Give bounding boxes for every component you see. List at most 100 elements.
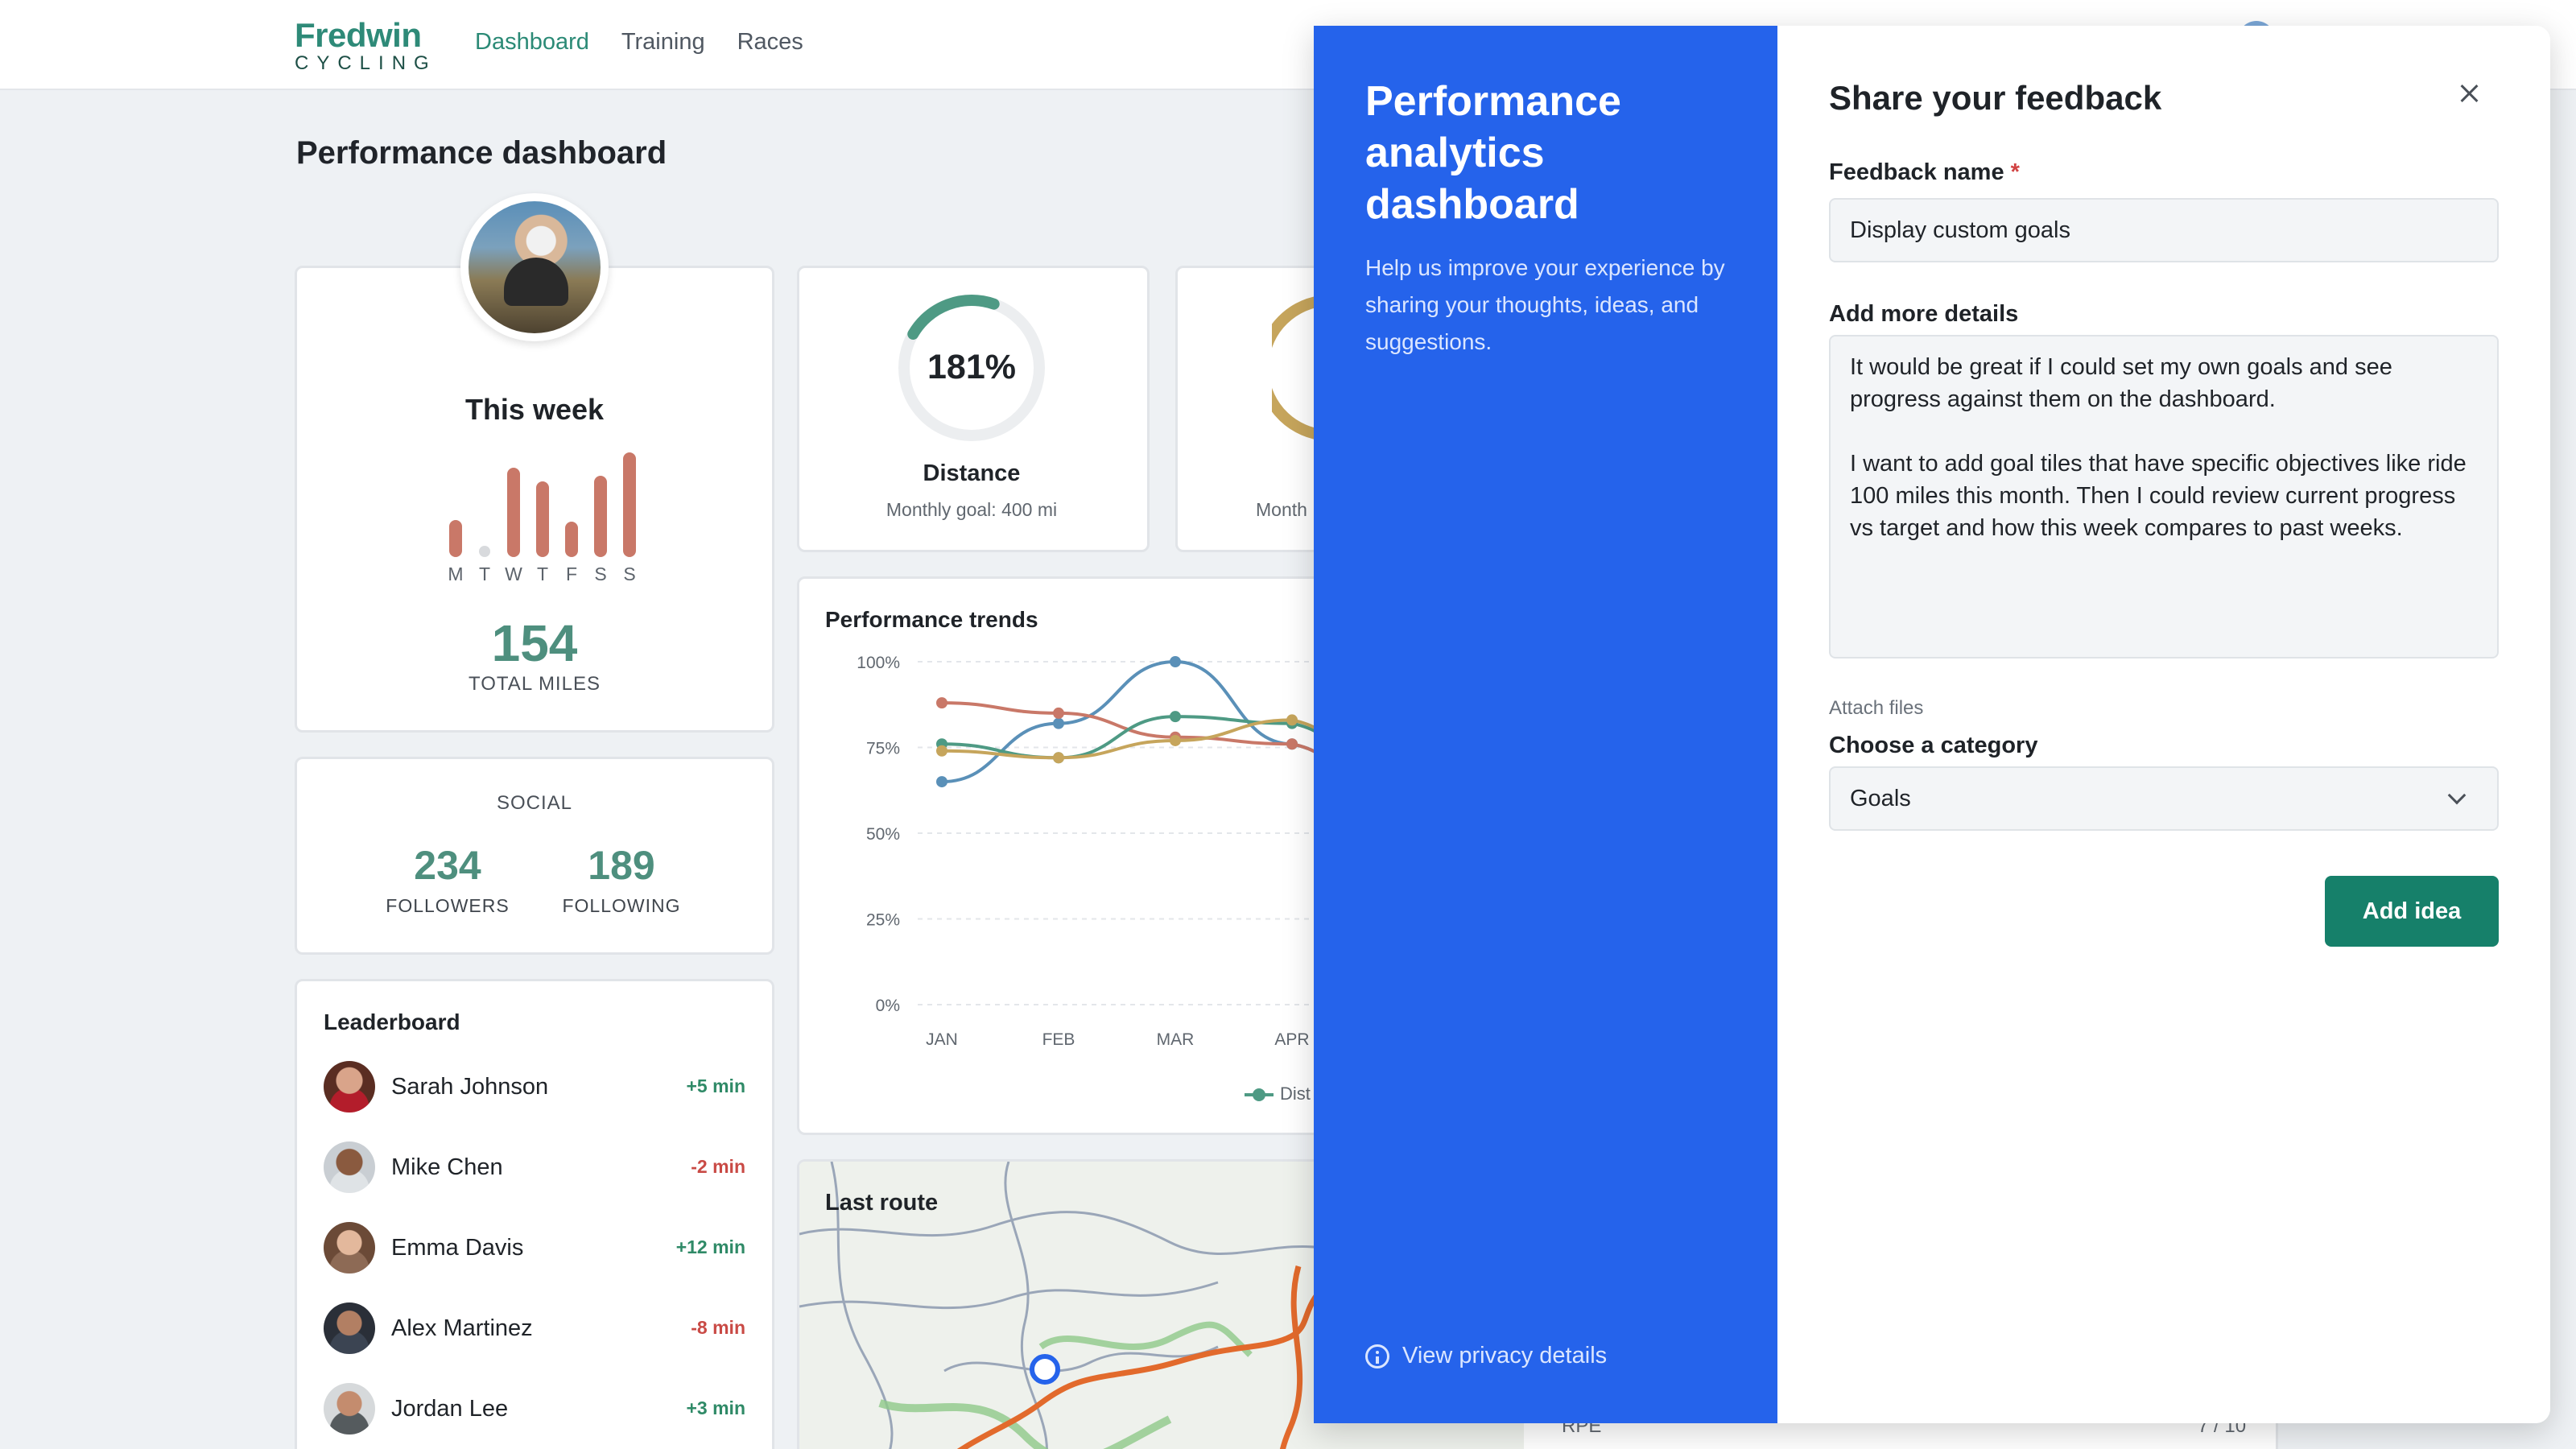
leaderboard-name: Alex Martinez: [391, 1315, 533, 1341]
leaderboard-row[interactable]: Sarah Johnson +5 min: [324, 1061, 745, 1113]
leaderboard-name: Sarah Johnson: [391, 1074, 549, 1100]
weekday-label: T: [478, 564, 491, 584]
weekday-label: S: [623, 564, 636, 584]
weekly-bar: [449, 520, 462, 557]
close-icon[interactable]: [2452, 76, 2487, 111]
leaderboard-row[interactable]: Alex Martinez -8 min: [324, 1302, 745, 1354]
weekly-bar: [594, 476, 607, 557]
route-title: Last route: [825, 1190, 939, 1216]
total-miles-value: 154: [491, 614, 578, 672]
series-point: [1170, 734, 1181, 746]
secondary-goal-label: Month: [1256, 499, 1307, 520]
details-textarea[interactable]: It would be great if I could set my own …: [1829, 335, 2499, 658]
feedback-form-title: Share your feedback: [1829, 79, 2162, 117]
attach-files-link[interactable]: Attach files: [1829, 697, 1923, 720]
route-start-marker: [1030, 1354, 1060, 1385]
leaderboard-row[interactable]: Jordan Lee +3 min: [324, 1383, 745, 1435]
trends-title: Performance trends: [825, 607, 1038, 632]
weekly-bar: [565, 522, 578, 557]
leaderboard-name: Mike Chen: [391, 1154, 503, 1180]
y-tick-label: 25%: [866, 911, 900, 930]
add-idea-button[interactable]: Add idea: [2325, 876, 2499, 947]
leaderboard-delta: +12 min: [675, 1236, 745, 1257]
privacy-details-label: View privacy details: [1402, 1343, 1608, 1368]
followers-count[interactable]: 234: [359, 842, 536, 889]
weekday-label: F: [565, 564, 578, 584]
nav-training[interactable]: Training: [621, 29, 705, 56]
leaderboard-delta: +3 min: [686, 1397, 745, 1418]
series-point: [936, 697, 947, 709]
weekly-bar: [623, 452, 636, 557]
brand-sub: CYCLING: [295, 52, 437, 74]
category-select[interactable]: Goals: [1829, 766, 2499, 831]
followers-label: FOLLOWERS: [386, 895, 510, 916]
weekday-label: T: [536, 564, 549, 584]
series-point: [1170, 711, 1181, 723]
feedback-info-pane: Performance analytics dashboard Help us …: [1314, 26, 1777, 1423]
series-point: [936, 745, 947, 757]
feedback-name-label-text: Feedback name: [1829, 159, 2004, 185]
weekly-bar: [536, 481, 549, 557]
series-point: [1053, 717, 1064, 729]
series-point: [936, 776, 947, 788]
trends-chart: 0% 25% 50% 75% 100% JAN FEB MAR APR: [857, 654, 1320, 1049]
feedback-dialog-heading: Performance analytics dashboard: [1365, 78, 1621, 228]
legend-label[interactable]: Dist: [1280, 1084, 1311, 1104]
distance-goal: Monthly goal: 400 mi: [886, 499, 1058, 520]
category-label: Choose a category: [1829, 733, 2038, 758]
avatar: [324, 1302, 375, 1354]
series-point: [1286, 714, 1298, 726]
y-tick-label: 50%: [866, 825, 900, 844]
avatar: [324, 1383, 375, 1435]
feedback-name-label: Feedback name *: [1829, 159, 2020, 186]
distance-label: Distance: [923, 460, 1021, 486]
leaderboard-row[interactable]: Emma Davis +12 min: [324, 1222, 745, 1274]
weekly-bar: [479, 546, 490, 557]
leaderboard-delta: -8 min: [691, 1317, 745, 1338]
y-tick-label: 0%: [876, 997, 900, 1015]
chevron-down-icon: [2447, 786, 2467, 805]
weekday-label: S: [594, 564, 607, 584]
brand-logo[interactable]: Fredwin CYCLING: [295, 18, 437, 74]
leaderboard-title: Leaderboard: [324, 1009, 460, 1034]
weekly-bars: [441, 443, 636, 557]
profile-avatar: [460, 193, 609, 341]
legend-marker-icon: [1245, 1088, 1274, 1101]
feedback-dialog: Performance analytics dashboard Help us …: [1314, 26, 2550, 1423]
y-tick-label: 100%: [857, 654, 900, 672]
page-title: Performance dashboard: [296, 135, 667, 171]
privacy-details-link[interactable]: View privacy details: [1365, 1343, 1607, 1369]
info-icon: [1365, 1344, 1389, 1368]
leaderboard-delta: -2 min: [691, 1156, 745, 1177]
feedback-name-input[interactable]: Display custom goals: [1829, 198, 2499, 262]
leaderboard-row[interactable]: Mike Chen -2 min: [324, 1141, 745, 1193]
series-point: [1053, 752, 1064, 764]
x-tick-label: JAN: [926, 1030, 958, 1049]
feedback-dialog-description: Help us improve your experience by shari…: [1365, 255, 1725, 354]
brand-name: Fredwin: [295, 16, 422, 54]
leaderboard-name: Jordan Lee: [391, 1396, 509, 1422]
series-point: [1053, 707, 1064, 719]
x-tick-label: MAR: [1157, 1030, 1195, 1049]
weekday-label: W: [505, 564, 522, 584]
following-label: FOLLOWING: [562, 895, 681, 916]
weekly-bar: [507, 468, 520, 557]
y-tick-label: 75%: [866, 740, 900, 758]
nav-races[interactable]: Races: [737, 29, 803, 56]
nav-dashboard[interactable]: Dashboard: [475, 29, 589, 56]
following-count[interactable]: 189: [533, 842, 710, 889]
details-label: Add more details: [1829, 301, 2019, 327]
series-point: [1286, 738, 1298, 750]
required-marker: *: [2010, 159, 2020, 185]
feedback-form-pane: Share your feedback Feedback name * Disp…: [1777, 26, 2550, 1423]
social-title: SOCIAL: [496, 792, 573, 814]
distance-percent: 181%: [927, 348, 1016, 386]
avatar: [324, 1141, 375, 1193]
series-point: [1170, 656, 1181, 667]
avatar: [324, 1222, 375, 1274]
week-title: This week: [464, 393, 605, 426]
weekday-labels: MTWTFSS: [441, 564, 635, 588]
x-tick-label: APR: [1274, 1030, 1309, 1049]
x-tick-label: FEB: [1042, 1030, 1075, 1049]
weekday-label: M: [448, 564, 464, 584]
